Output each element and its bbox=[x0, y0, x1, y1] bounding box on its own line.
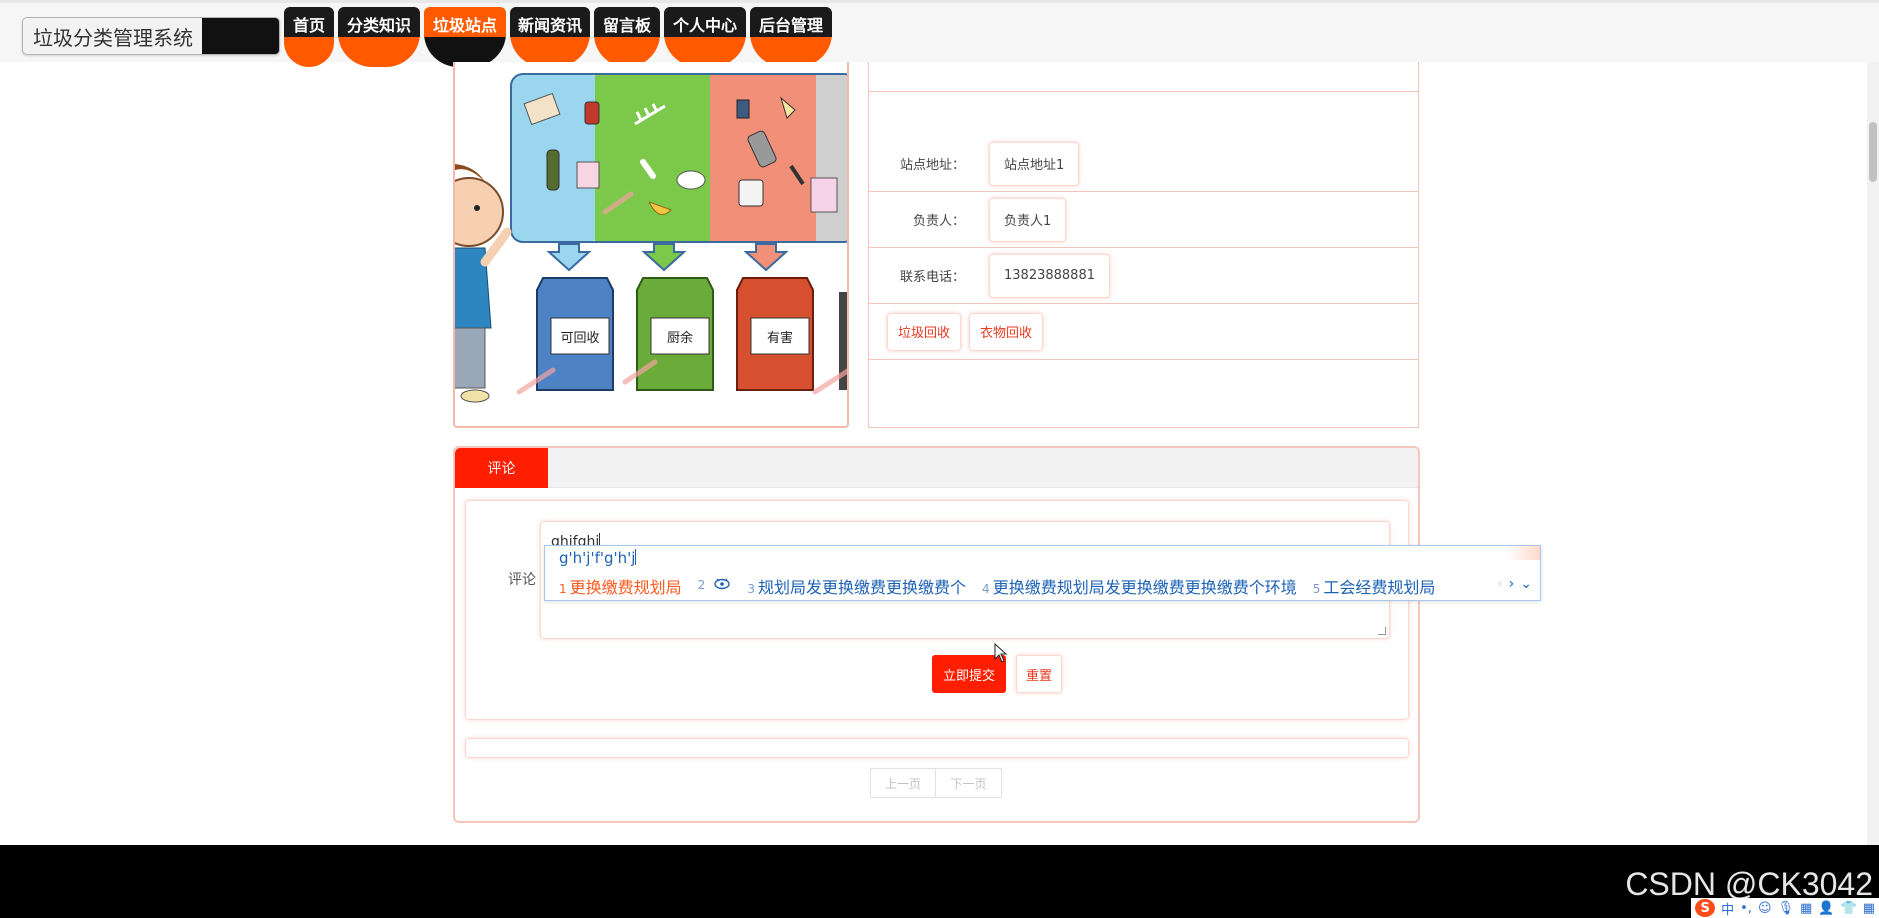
tab-comment[interactable]: 评论 bbox=[455, 448, 548, 488]
info-row-manager: 负责人： 负责人1 bbox=[869, 192, 1418, 248]
punctuation-icon[interactable]: •, bbox=[1740, 901, 1752, 916]
emoji-icon[interactable]: ☺ bbox=[1758, 901, 1772, 916]
bin-kitchen: 厨余 bbox=[636, 277, 714, 391]
scrollbar-thumb[interactable] bbox=[1869, 122, 1877, 182]
microphone-icon[interactable]: 🎙 bbox=[1778, 901, 1795, 916]
nav-label: 首页 bbox=[284, 7, 334, 37]
ime-candidate-number: 2 bbox=[697, 578, 706, 592]
ime-composition: g'h'j'f'g'h'j bbox=[559, 549, 637, 567]
ime-candidate-number: 4 bbox=[982, 582, 990, 596]
ime-candidate-number: 1 bbox=[559, 582, 567, 596]
info-row-phone: 联系电话： 13823888881 bbox=[869, 248, 1418, 304]
nav-label: 后台管理 bbox=[750, 7, 832, 37]
garbage-sorting-illustration: 可回收 厨余 有害 bbox=[455, 62, 847, 426]
ime-composition-text: g'h'j'f'g'h'j bbox=[559, 549, 636, 567]
user-icon[interactable]: 👤 bbox=[1818, 901, 1834, 916]
ime-candidate-number: 5 bbox=[1312, 582, 1321, 596]
bin-hazardous: 有害 bbox=[736, 277, 814, 391]
nav-item-knowledge[interactable]: 分类知识 bbox=[338, 7, 420, 67]
page-footer bbox=[0, 845, 1879, 918]
ime-candidate-text: 工会经费规划局 bbox=[1323, 578, 1436, 597]
next-page-button[interactable]: 下一页 bbox=[936, 768, 1002, 798]
comment-field-label: 评论 bbox=[508, 572, 536, 588]
nav-item-messages[interactable]: 留言板 bbox=[594, 7, 660, 67]
ime-candidate-2[interactable]: 2 bbox=[698, 574, 732, 598]
comment-form: 评论 ghjfghj 立即提交 重置 bbox=[465, 500, 1409, 720]
clothes-recycle-button[interactable]: 衣物回收 bbox=[969, 312, 1044, 351]
mouse-cursor-icon bbox=[994, 643, 1008, 663]
ime-status-tray: S 中 •, ☺ 🎙 ▦ 👤 👕 ▦ bbox=[1691, 898, 1879, 918]
emoji-candidate-icon bbox=[714, 578, 731, 590]
keyboard-icon[interactable]: ▦ bbox=[1800, 901, 1812, 916]
resize-grip-icon[interactable] bbox=[1378, 627, 1386, 635]
nav-item-home[interactable]: 首页 bbox=[284, 7, 334, 67]
sogou-logo-icon[interactable]: S bbox=[1695, 899, 1716, 917]
comment-panel: 评论 评论 ghjfghj 立即提交 重置 上一页 下一页 bbox=[453, 446, 1420, 823]
address-label: 站点地址： bbox=[899, 158, 965, 173]
comment-tab-bar: 评论 bbox=[455, 448, 1418, 488]
info-row-address: 站点地址： 站点地址1 bbox=[869, 136, 1418, 192]
station-image: 可回收 厨余 有害 bbox=[453, 62, 849, 428]
comment-list bbox=[465, 738, 1409, 758]
ime-candidate-text: 更换缴费规划局 bbox=[569, 578, 682, 597]
ime-expand-icon[interactable]: ⌄ bbox=[1520, 576, 1532, 592]
nav-label: 个人中心 bbox=[664, 7, 746, 37]
grid-menu-icon[interactable]: ▦ bbox=[1863, 901, 1875, 916]
ime-candidate-text: 更换缴费规划局发更换缴费更换缴费个环境 bbox=[992, 578, 1297, 597]
nav-label: 垃圾站点 bbox=[424, 7, 506, 37]
nav-item-stations[interactable]: 垃圾站点 bbox=[424, 7, 506, 67]
ime-lang-indicator[interactable]: 中 bbox=[1721, 899, 1734, 918]
ime-page-controls: ‹ › ⌄ bbox=[1497, 576, 1532, 592]
nav-item-profile[interactable]: 个人中心 bbox=[664, 7, 746, 67]
site-title: 垃圾分类管理系统 bbox=[33, 25, 193, 50]
reset-button[interactable]: 重置 bbox=[1016, 655, 1062, 693]
pagination: 上一页 下一页 bbox=[870, 768, 1002, 798]
phone-value: 13823888881 bbox=[989, 253, 1110, 298]
info-row-top-partial bbox=[869, 74, 1418, 92]
ime-candidate-3[interactable]: 3 规划局发更换缴费更换缴费个 bbox=[747, 574, 966, 598]
manager-value: 负责人1 bbox=[989, 197, 1067, 242]
bin-label: 有害 bbox=[767, 330, 793, 346]
manager-label: 负责人： bbox=[912, 214, 965, 229]
site-title-box[interactable]: 垃圾分类管理系统 bbox=[22, 17, 280, 55]
nav-item-admin[interactable]: 后台管理 bbox=[750, 7, 832, 67]
ime-prev-icon[interactable]: ‹ bbox=[1497, 576, 1503, 592]
title-dark-block bbox=[202, 18, 279, 54]
ime-candidate-1[interactable]: 1 更换缴费规划局 bbox=[559, 574, 682, 598]
bin-label: 可回收 bbox=[560, 331, 599, 346]
main-nav: 首页 分类知识 垃圾站点 新闻资讯 留言板 个人中心 后台管理 bbox=[284, 7, 832, 67]
ime-candidate-4[interactable]: 4 更换缴费规划局发更换缴费更换缴费个环境 bbox=[982, 574, 1297, 598]
phone-label: 联系电话： bbox=[899, 270, 965, 285]
nav-item-news[interactable]: 新闻资讯 bbox=[510, 7, 590, 67]
station-info-card: 站点地址： 站点地址1 负责人： 负责人1 联系电话： 13823888881 … bbox=[868, 62, 1419, 428]
skin-icon[interactable]: 👕 bbox=[1841, 901, 1857, 916]
nav-label: 分类知识 bbox=[338, 7, 420, 37]
ime-corner-decoration bbox=[1506, 546, 1540, 560]
garbage-recycle-button[interactable]: 垃圾回收 bbox=[887, 312, 962, 351]
ime-candidate-number: 3 bbox=[747, 582, 756, 596]
ime-candidate-5[interactable]: 5 工会经费规划局 bbox=[1313, 574, 1436, 598]
prev-page-button[interactable]: 上一页 bbox=[870, 768, 936, 798]
bin-label: 厨余 bbox=[667, 330, 693, 346]
ime-caret bbox=[635, 549, 637, 565]
nav-label: 留言板 bbox=[594, 7, 660, 37]
ime-next-icon[interactable]: › bbox=[1509, 576, 1515, 592]
ime-candidate-text: 规划局发更换缴费更换缴费个 bbox=[758, 578, 967, 597]
address-value: 站点地址1 bbox=[989, 141, 1080, 186]
page-scrollbar[interactable] bbox=[1867, 62, 1879, 845]
ime-candidates: 1 更换缴费规划局 2 3 规划局发更换缴费更换缴费个 4 更换缴费规划局发更换缴费更… bbox=[559, 574, 1435, 598]
top-navbar: 垃圾分类管理系统 首页 分类知识 垃圾站点 新闻资讯 留言板 个人中心 后台管理 bbox=[0, 0, 1879, 67]
info-row-actions: 垃圾回收 衣物回收 bbox=[869, 304, 1418, 360]
ime-candidate-bar: g'h'j'f'g'h'j 1 更换缴费规划局 2 3 规划局发更换缴费更换缴费个 … bbox=[544, 545, 1541, 601]
nav-label: 新闻资讯 bbox=[510, 7, 590, 37]
